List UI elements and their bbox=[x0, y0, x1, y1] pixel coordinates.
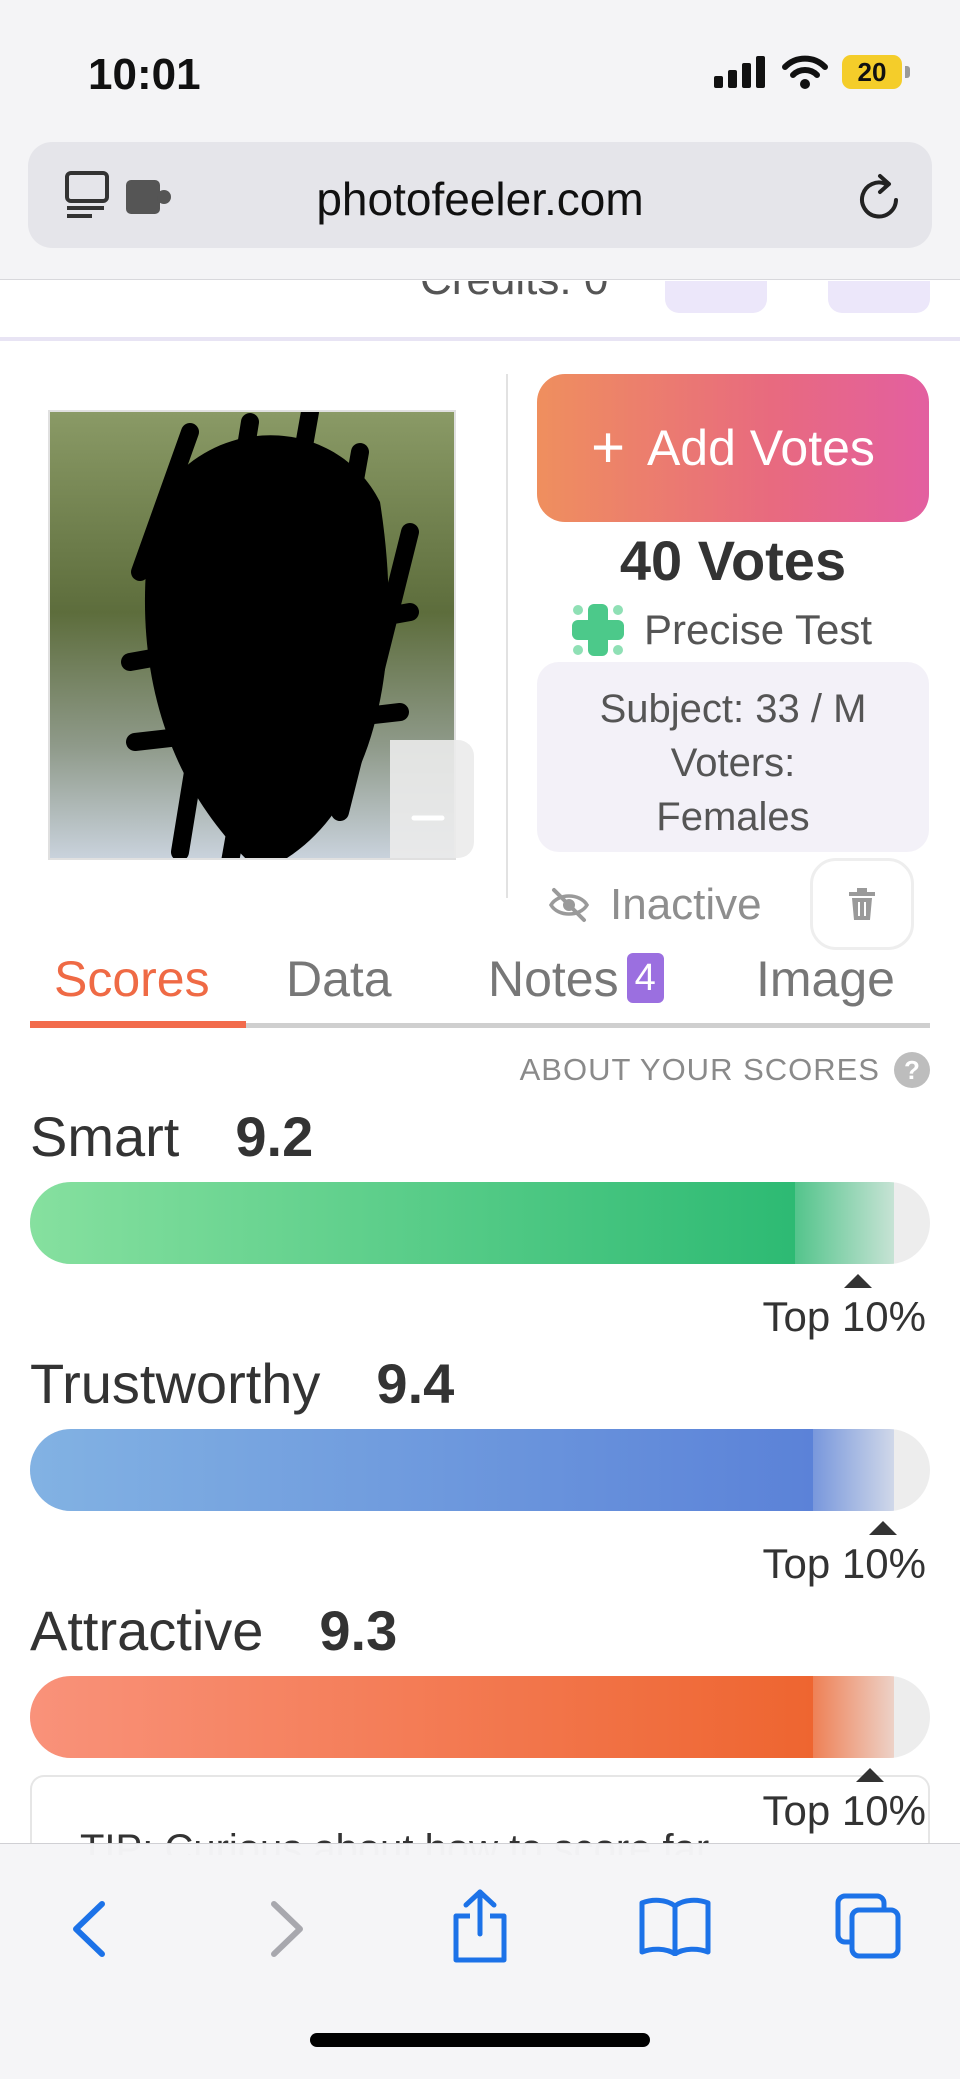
credits-text: Credits: 0 bbox=[420, 281, 608, 305]
score-bar-fill bbox=[30, 1182, 795, 1264]
score-bar-fade bbox=[813, 1429, 894, 1511]
status-time: 10:01 bbox=[88, 50, 201, 99]
score-marker bbox=[856, 1768, 884, 1782]
score-bar-fade bbox=[813, 1676, 894, 1758]
about-scores-link[interactable]: ABOUT YOUR SCORES ? bbox=[520, 1052, 930, 1088]
inactive-toggle[interactable]: Inactive bbox=[548, 880, 762, 930]
score-bar-fill bbox=[30, 1676, 813, 1758]
score-label-attractive: Attractive 9.3 bbox=[30, 1598, 397, 1663]
battery-indicator: 20 bbox=[842, 55, 910, 89]
score-marker bbox=[844, 1274, 872, 1288]
score-label-smart: Smart 9.2 bbox=[30, 1104, 313, 1169]
tab-image[interactable]: Image bbox=[756, 950, 895, 1008]
add-credits-button[interactable] bbox=[665, 281, 767, 313]
score-label-trustworthy: Trustworthy 9.4 bbox=[30, 1351, 454, 1416]
tabs-icon[interactable] bbox=[834, 1892, 904, 1960]
minus-icon bbox=[411, 815, 445, 821]
score-value: 9.3 bbox=[319, 1599, 398, 1662]
add-votes-button[interactable]: + Add Votes bbox=[537, 374, 929, 522]
status-icons: 20 bbox=[714, 55, 910, 89]
inactive-label: Inactive bbox=[610, 880, 762, 929]
result-tabs: Scores Data Notes 4 Image bbox=[30, 942, 930, 1028]
score-bar-trustworthy bbox=[30, 1429, 930, 1511]
browser-address-area: photofeeler.com bbox=[0, 140, 960, 280]
trash-icon bbox=[849, 888, 875, 920]
back-icon[interactable] bbox=[64, 1894, 114, 1964]
share-icon[interactable] bbox=[450, 1888, 510, 1964]
notes-count-badge: 4 bbox=[626, 953, 664, 1003]
test-type-label: Precise Test bbox=[644, 606, 872, 653]
precise-test-icon bbox=[572, 604, 624, 656]
bookmarks-icon[interactable] bbox=[638, 1896, 712, 1956]
percentile-smart: Top 10% bbox=[762, 1293, 926, 1340]
about-scores-label: ABOUT YOUR SCORES bbox=[519, 1052, 880, 1087]
url-text[interactable]: photofeeler.com bbox=[28, 172, 932, 226]
voters-gender: Females bbox=[656, 795, 810, 839]
score-marker bbox=[869, 1521, 897, 1535]
screen: 10:01 20 photofeeler.com + Add Votes 40 … bbox=[0, 0, 960, 2079]
tab-notes-label: Notes bbox=[488, 951, 619, 1007]
add-votes-label: Add Votes bbox=[646, 420, 875, 476]
status-bar: 10:01 20 bbox=[0, 0, 960, 140]
score-bar-fade bbox=[795, 1182, 894, 1264]
test-type: Precise Test bbox=[570, 602, 872, 658]
tab-notes[interactable]: Notes 4 bbox=[488, 950, 664, 1008]
vertical-divider bbox=[506, 374, 508, 898]
score-name: Smart bbox=[30, 1105, 180, 1168]
eye-slash-icon bbox=[548, 888, 590, 922]
help-icon: ? bbox=[894, 1052, 930, 1088]
subject-line: Subject: 33 / M bbox=[599, 687, 867, 731]
battery-level: 20 bbox=[842, 55, 902, 89]
home-indicator bbox=[310, 2033, 650, 2047]
battery-tip bbox=[905, 66, 910, 78]
cellular-signal-icon bbox=[714, 56, 765, 88]
subject-info: Subject: 33 / M Voters: Females bbox=[537, 662, 929, 852]
score-bar-attractive bbox=[30, 1676, 930, 1758]
tab-scores[interactable]: Scores bbox=[54, 950, 210, 1008]
score-value: 9.4 bbox=[376, 1352, 455, 1415]
tab-data[interactable]: Data bbox=[286, 950, 392, 1008]
plus-icon: + bbox=[591, 415, 625, 480]
reload-icon[interactable] bbox=[856, 172, 904, 222]
redaction-scribble bbox=[121, 412, 419, 858]
score-bar-smart bbox=[30, 1182, 930, 1264]
percentile-trustworthy: Top 10% bbox=[762, 1540, 926, 1587]
score-name: Attractive bbox=[30, 1599, 264, 1662]
wifi-icon bbox=[782, 55, 828, 89]
delete-button[interactable] bbox=[810, 858, 914, 950]
address-bar[interactable]: photofeeler.com bbox=[28, 142, 932, 248]
forward-icon[interactable] bbox=[262, 1894, 312, 1964]
photo-collapse-button[interactable] bbox=[390, 740, 474, 858]
header-action-button[interactable] bbox=[828, 281, 930, 313]
header-peek: Credits: 0 bbox=[0, 281, 960, 341]
voters-line: Voters: bbox=[670, 741, 796, 785]
score-value: 9.2 bbox=[235, 1105, 314, 1168]
percentile-attractive: Top 10% bbox=[762, 1787, 926, 1834]
score-bar-fill bbox=[30, 1429, 813, 1511]
votes-count: 40 Votes bbox=[619, 529, 847, 592]
score-name: Trustworthy bbox=[30, 1352, 321, 1415]
active-tab-indicator bbox=[30, 1021, 246, 1028]
